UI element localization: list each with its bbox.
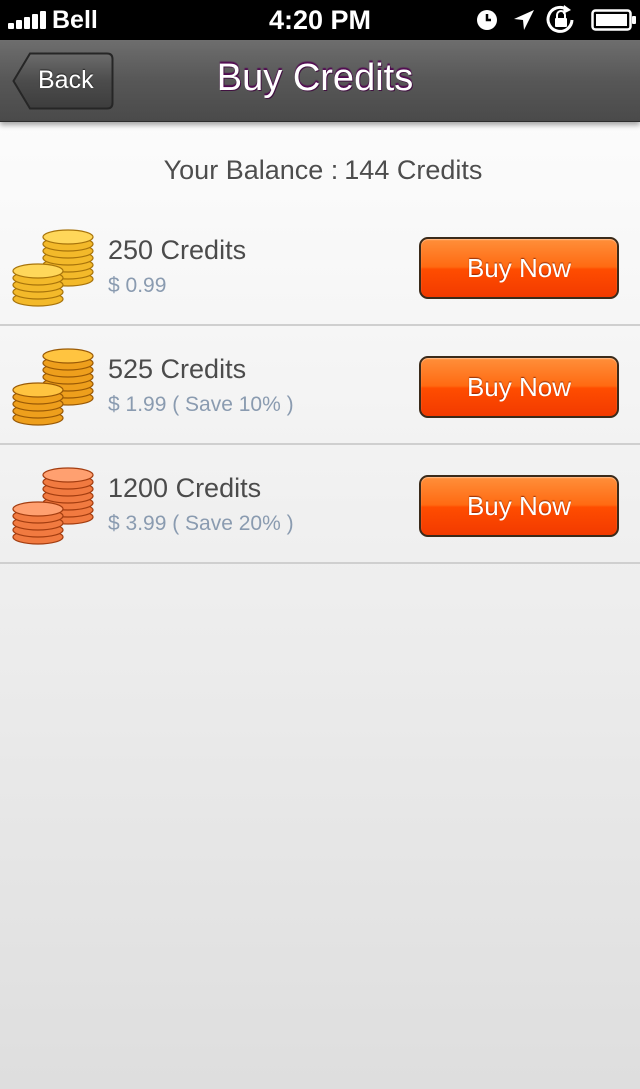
list-item: 1200 Credits $ 3.99 ( Save 20% ) Buy Now [0,445,640,564]
balance-line: Your Balance :144 Credits [0,155,640,186]
credit-amount: 525 Credits [108,354,247,384]
buy-now-button[interactable]: Buy Now [419,475,619,537]
page-title: Buy Credits [216,57,414,99]
location-icon [514,10,534,30]
alarm-icon [477,10,497,30]
balance-value: 144 Credits [344,155,483,185]
status-bar: Bell 4:20 PM [0,0,640,40]
gold-coins-icon [12,348,94,426]
credit-price: $ 0.99 [108,274,167,297]
back-button-label: Back [38,66,94,94]
copper-coins-icon [12,467,94,545]
credit-price: $ 3.99 ( Save 20% ) [108,512,294,535]
buy-now-button[interactable]: Buy Now [419,237,619,299]
list-item: 250 Credits $ 0.99 Buy Now [0,207,640,326]
battery-icon [591,9,636,31]
gold-coins-icon [12,229,94,307]
list-item: 525 Credits $ 1.99 ( Save 10% ) Buy Now [0,326,640,445]
credit-amount: 250 Credits [108,235,247,265]
credit-price: $ 1.99 ( Save 10% ) [108,393,294,416]
navigation-bar: Back Buy Credits [0,40,640,122]
credit-package-list: 250 Credits $ 0.99 Buy Now 525 Credits $… [0,207,640,564]
rotation-lock-icon [546,5,574,33]
balance-label: Your Balance : [163,155,339,185]
credit-amount: 1200 Credits [108,473,262,503]
back-button[interactable]: Back [12,52,114,110]
buy-now-button[interactable]: Buy Now [419,356,619,418]
